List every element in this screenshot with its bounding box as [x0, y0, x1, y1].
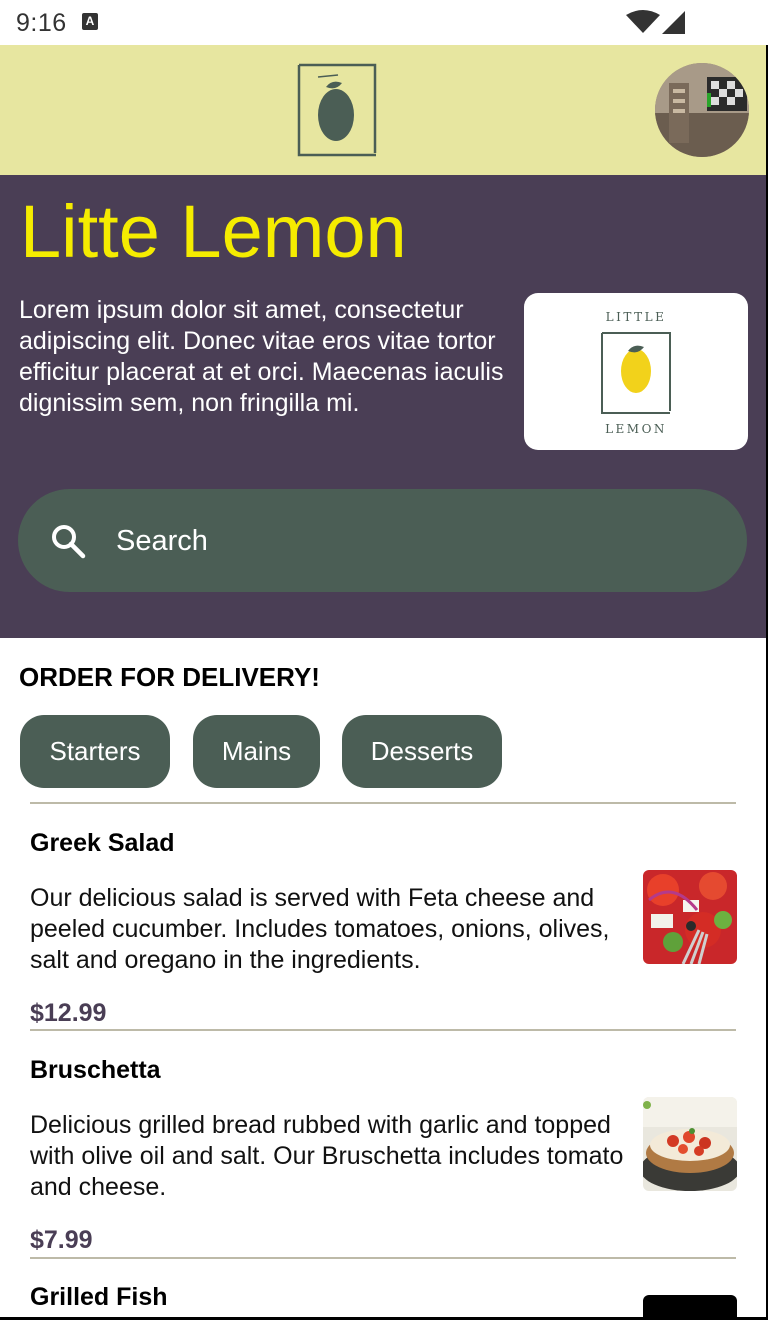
- little-lemon-logo-icon: LITTLE LEMON: [601, 310, 671, 436]
- grilled-fish-image: [643, 1295, 737, 1317]
- divider: [30, 1029, 736, 1031]
- app-header: [0, 45, 766, 175]
- category-chip-starters[interactable]: Starters: [20, 715, 170, 788]
- search-icon: [52, 525, 86, 559]
- dish-name: Bruschetta: [30, 1056, 161, 1084]
- avatar-image: [655, 63, 749, 157]
- dish-price: $12.99: [30, 999, 107, 1027]
- cell-signal-icon: [662, 11, 685, 34]
- category-chip-mains[interactable]: Mains: [193, 715, 320, 788]
- lemon-logo-icon: [297, 63, 377, 157]
- hero-description: Lorem ipsum dolor sit amet, consectetur …: [19, 296, 504, 417]
- dish-price: $7.99: [30, 1226, 93, 1254]
- dish-description: Our delicious salad is served with Feta …: [30, 884, 610, 974]
- hero-title: Litte Lemon: [20, 190, 407, 273]
- greek-salad-image: [643, 870, 737, 964]
- category-chip-desserts[interactable]: Desserts: [342, 715, 502, 788]
- notification-icon: A: [82, 13, 98, 30]
- divider: [30, 802, 736, 804]
- search-bar[interactable]: Search: [18, 489, 747, 592]
- section-title: ORDER FOR DELIVERY!: [19, 662, 320, 692]
- logo-text-bottom: LEMON: [605, 422, 667, 436]
- wifi-icon: [626, 10, 660, 33]
- status-time: 9:16: [16, 9, 67, 37]
- logo-text-top: LITTLE: [606, 310, 667, 324]
- divider: [30, 1257, 736, 1259]
- search-input[interactable]: Search: [116, 525, 208, 558]
- bruschetta-image: [643, 1097, 737, 1191]
- dish-description: Delicious grilled bread rubbed with garl…: [30, 1111, 624, 1201]
- dish-name: Grilled Fish: [30, 1283, 168, 1311]
- hero-section: Litte Lemon Lorem ipsum dolor sit amet, …: [0, 175, 766, 638]
- dish-name: Greek Salad: [30, 829, 175, 857]
- status-bar: 9:16 A: [0, 0, 768, 45]
- hero-logo-card: LITTLE LEMON: [524, 293, 748, 450]
- profile-avatar[interactable]: [655, 63, 749, 157]
